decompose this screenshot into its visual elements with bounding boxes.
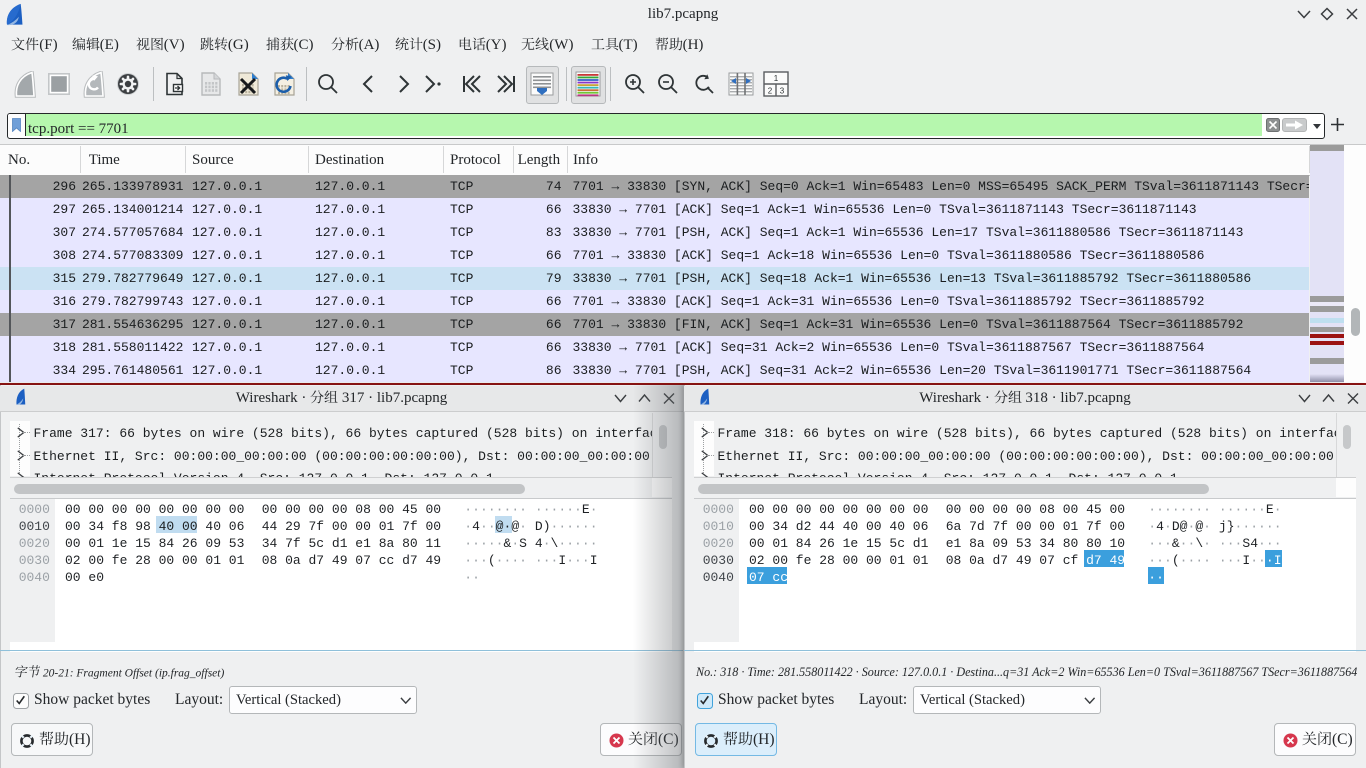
svg-text:2: 2: [767, 87, 772, 96]
svg-text:3: 3: [779, 87, 784, 96]
svg-text:1: 1: [773, 74, 778, 83]
